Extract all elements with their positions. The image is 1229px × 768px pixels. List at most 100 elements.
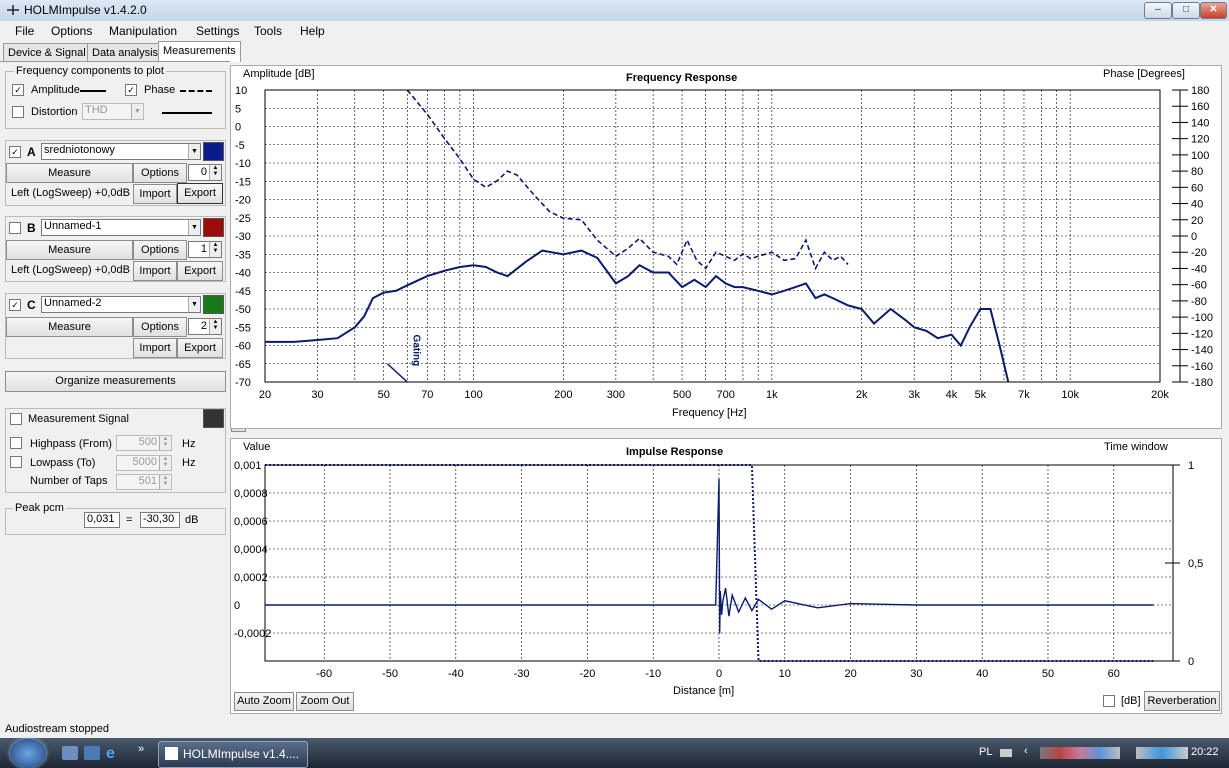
peak-db-value: -30,30 bbox=[143, 513, 175, 525]
network-volume-icons[interactable] bbox=[1136, 747, 1188, 759]
lowpass-value: 5000 bbox=[132, 456, 157, 468]
measurement-b-measure-button[interactable]: Measure bbox=[6, 240, 133, 260]
chevron-down-icon: ▼ bbox=[131, 104, 143, 119]
taskbar-app-button[interactable]: HOLMImpulse v1.4.... bbox=[158, 741, 308, 768]
x-tick-label: 10k bbox=[1061, 389, 1079, 401]
menu-manipulation[interactable]: Manipulation bbox=[109, 24, 177, 38]
show-desktop-icon[interactable] bbox=[62, 746, 78, 760]
spinner-arrows-icon: ▲ ▼ bbox=[209, 319, 221, 334]
y-tick-label: -5 bbox=[235, 140, 245, 152]
taps-input[interactable]: 501 ▲ ▼ bbox=[116, 474, 172, 490]
measurement-b-checkbox[interactable] bbox=[9, 222, 21, 234]
lowpass-input[interactable]: 5000 ▲ ▼ bbox=[116, 455, 172, 471]
start-button[interactable] bbox=[10, 739, 46, 768]
x-tick-label: 4k bbox=[946, 389, 958, 401]
measurement-c-export-button[interactable]: Export bbox=[177, 338, 223, 358]
menu-file[interactable]: File bbox=[15, 24, 34, 38]
measurement-c-import-button[interactable]: Import bbox=[133, 338, 177, 358]
spinner-arrows-icon: ▲ ▼ bbox=[159, 475, 171, 489]
measurement-a-color-swatch[interactable] bbox=[203, 142, 224, 161]
measurement-a-export-button[interactable]: Export bbox=[177, 183, 223, 204]
y2-tick-label: -60 bbox=[1191, 280, 1207, 292]
x-tick-label: 50 bbox=[1042, 668, 1054, 680]
measurement-signal-checkbox[interactable] bbox=[10, 413, 22, 425]
impulse-response-chart[interactable]: -60 -50 -40 -30 -20 -10 0 10 20 30 40 50 600,0010,00… bbox=[230, 455, 1220, 685]
measurement-a-measure-button[interactable]: Measure bbox=[6, 163, 133, 183]
menu-options[interactable]: Options bbox=[51, 24, 92, 38]
measurement-a-checkbox[interactable]: ✓ bbox=[9, 146, 21, 158]
highpass-label: Highpass (From) bbox=[30, 438, 112, 450]
chevron-down-icon: ▼ bbox=[188, 144, 200, 159]
menu-help[interactable]: Help bbox=[300, 24, 325, 38]
menu-tools[interactable]: Tools bbox=[254, 24, 282, 38]
keyboard-icon[interactable] bbox=[1000, 749, 1012, 757]
measurement-a-name-select[interactable]: sredniotonowy ▼ bbox=[41, 143, 201, 160]
x-tick-label: 20 bbox=[844, 668, 856, 680]
menu-settings[interactable]: Settings bbox=[196, 24, 239, 38]
tab-device-signal[interactable]: Device & Signal bbox=[3, 43, 91, 62]
measurement-a-import-button[interactable]: Import bbox=[133, 184, 177, 204]
lowpass-unit: Hz bbox=[182, 457, 196, 469]
phase-checkbox[interactable]: ✓ bbox=[125, 84, 137, 96]
measurement-a-channel-spinner[interactable]: 0 ▲ ▼ bbox=[188, 164, 222, 181]
distortion-label: Distortion bbox=[31, 106, 78, 118]
measurement-signal-color-swatch[interactable] bbox=[203, 409, 224, 428]
x-tick-label: -10 bbox=[645, 668, 661, 680]
amplitude-checkbox[interactable]: ✓ bbox=[12, 84, 24, 96]
measurement-b-color-swatch[interactable] bbox=[203, 218, 224, 237]
measurement-a-options-button[interactable]: Options bbox=[133, 163, 187, 183]
distortion-select[interactable]: THD ▼ bbox=[82, 103, 144, 120]
ie-icon[interactable]: e bbox=[106, 745, 115, 763]
measurement-b-options-button[interactable]: Options bbox=[133, 240, 187, 260]
measurement-c-options-button[interactable]: Options bbox=[133, 317, 187, 337]
y-tick-label: -60 bbox=[235, 341, 251, 353]
frequency-response-chart[interactable]: 1050-5-10-15-20-25-30-35-40-45-50-55-60-… bbox=[230, 80, 1220, 410]
y-tick-label: -0,0002 bbox=[234, 628, 271, 640]
window-title: HOLMImpulse v1.4.2.0 bbox=[24, 3, 147, 17]
measurement-a-info: Left (LogSweep) +0,0dB bbox=[11, 187, 130, 199]
x-tick-label: 2k bbox=[856, 389, 868, 401]
taskbar-chevron[interactable]: » bbox=[138, 743, 144, 755]
y2-tick-label: 180 bbox=[1191, 85, 1209, 97]
gating-marker bbox=[386, 363, 408, 383]
zoom-out-button[interactable]: Zoom Out bbox=[296, 692, 354, 711]
measurement-b-channel-spinner[interactable]: 1 ▲ ▼ bbox=[188, 241, 222, 258]
highpass-input[interactable]: 500 ▲ ▼ bbox=[116, 435, 172, 451]
db-checkbox[interactable] bbox=[1103, 695, 1115, 707]
y2-tick-label: 1 bbox=[1188, 460, 1194, 472]
tray-icons[interactable] bbox=[1040, 747, 1120, 759]
x-tick-label: -20 bbox=[579, 668, 595, 680]
maximize-button[interactable]: □ bbox=[1172, 2, 1200, 19]
tab-data-analysis[interactable]: Data analysis bbox=[87, 43, 164, 62]
x-tick-label: 1k bbox=[766, 389, 778, 401]
measurement-c-channel-spinner[interactable]: 2 ▲ ▼ bbox=[188, 318, 222, 335]
organize-measurements-button[interactable]: Organize measurements bbox=[5, 371, 226, 392]
reverberation-button[interactable]: Reverberation bbox=[1144, 691, 1220, 711]
measurement-b-export-button[interactable]: Export bbox=[177, 261, 223, 281]
peak-db-unit: dB bbox=[185, 514, 199, 526]
highpass-checkbox[interactable] bbox=[10, 437, 22, 449]
measurement-b-channel-value: 1 bbox=[200, 243, 207, 255]
measurement-b-import-button[interactable]: Import bbox=[133, 261, 177, 281]
x-tick-label: 5k bbox=[975, 389, 987, 401]
measurement-c-checkbox[interactable]: ✓ bbox=[9, 299, 21, 311]
y-tick-label: -45 bbox=[235, 286, 251, 298]
language-indicator[interactable]: PL bbox=[979, 746, 992, 758]
distortion-checkbox[interactable] bbox=[12, 106, 24, 118]
tab-measurements[interactable]: Measurements bbox=[158, 41, 241, 62]
minimize-button[interactable]: – bbox=[1144, 2, 1172, 19]
tray-expand-icon[interactable]: ‹ bbox=[1024, 745, 1028, 757]
measurement-c-channel-value: 2 bbox=[200, 320, 207, 332]
measurement-c-color-swatch[interactable] bbox=[203, 295, 224, 314]
explorer-icon[interactable] bbox=[84, 746, 100, 760]
measurement-c-name-select[interactable]: Unnamed-2 ▼ bbox=[41, 296, 201, 313]
frequency-components-title: Frequency components to plot bbox=[14, 65, 166, 77]
y-tick-label: -25 bbox=[235, 213, 251, 225]
y-tick-label: 0 bbox=[235, 122, 241, 134]
measurement-c-measure-button[interactable]: Measure bbox=[6, 317, 133, 337]
measurement-b-name-select[interactable]: Unnamed-1 ▼ bbox=[41, 219, 201, 236]
auto-zoom-button[interactable]: Auto Zoom bbox=[234, 692, 294, 711]
y-tick-label: -70 bbox=[235, 377, 251, 389]
close-button[interactable]: ✕ bbox=[1200, 2, 1227, 19]
lowpass-checkbox[interactable] bbox=[10, 456, 22, 468]
